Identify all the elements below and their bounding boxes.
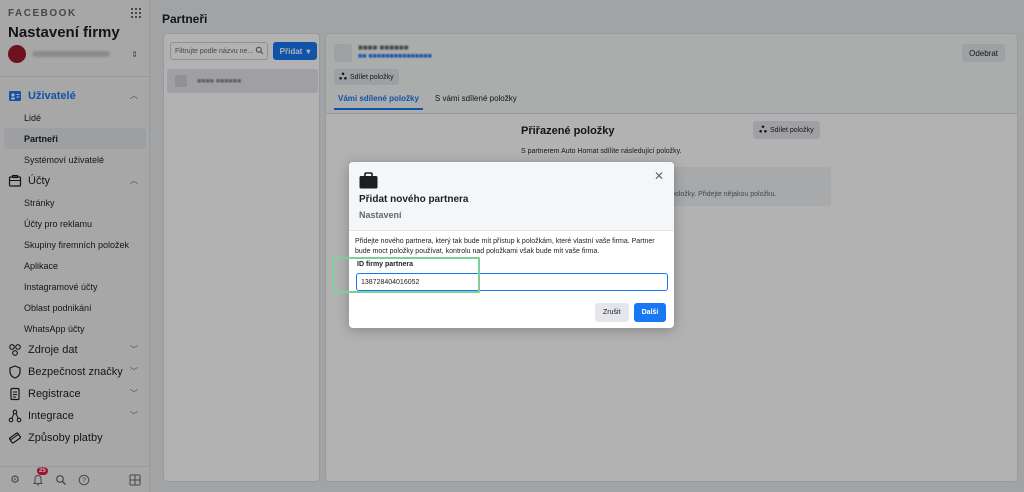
add-partner-dialog: ✕ Přidat nového partnera Nastavení Přide… [349, 162, 674, 328]
dialog-title: Přidat nového partnera [359, 194, 469, 205]
close-icon[interactable]: ✕ [654, 169, 664, 183]
partner-id-label: ID firmy partnera [357, 261, 414, 268]
dialog-description: Přidejte nového partnera, který tak bude… [355, 238, 655, 255]
briefcase-icon [359, 172, 378, 192]
partner-business-id-input[interactable] [356, 273, 668, 291]
cancel-button[interactable]: Zrušit [595, 303, 629, 322]
next-button[interactable]: Další [634, 303, 666, 322]
dialog-subtitle: Nastavení [359, 210, 402, 220]
dialog-header: ✕ Přidat nového partnera Nastavení [349, 162, 674, 231]
